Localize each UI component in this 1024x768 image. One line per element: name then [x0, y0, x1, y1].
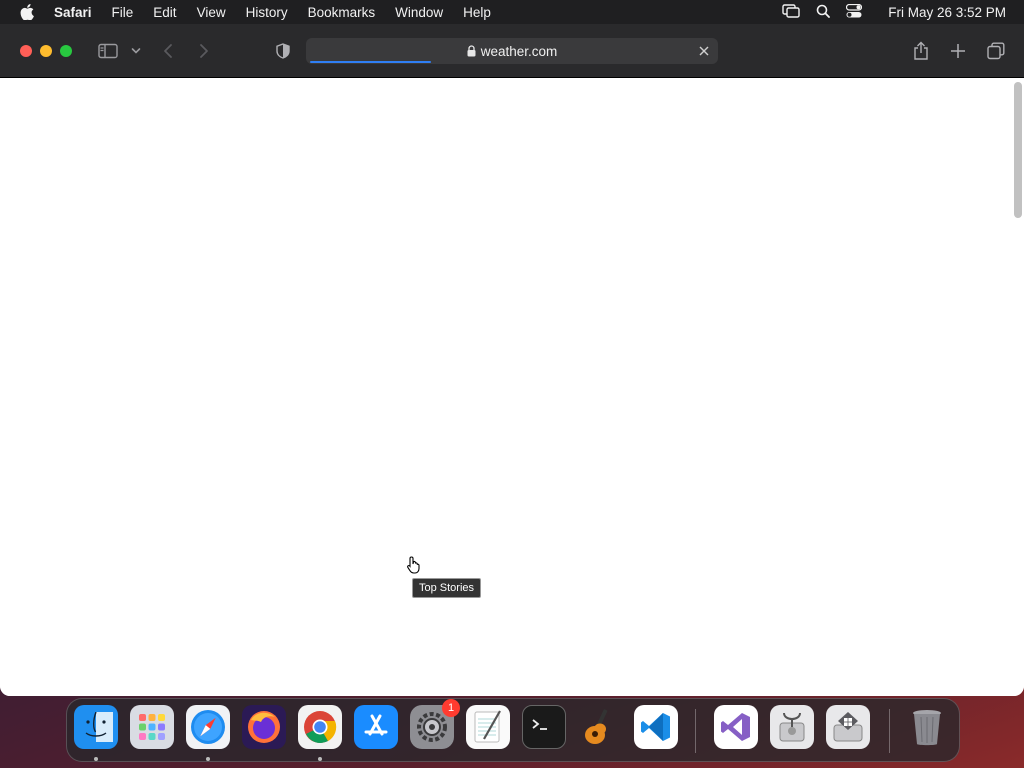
dock: 1	[66, 698, 960, 762]
menu-view[interactable]: View	[197, 5, 226, 20]
system-preferences-badge: 1	[442, 699, 460, 717]
dock-separator	[695, 709, 696, 753]
close-window-button[interactable]	[20, 45, 32, 57]
dock-safari-icon[interactable]	[186, 705, 230, 749]
dock-finder-icon[interactable]	[74, 705, 118, 749]
menu-bar: Safari File Edit View History Bookmarks …	[0, 0, 1024, 24]
zoom-window-button[interactable]	[60, 45, 72, 57]
dock-vscode-icon[interactable]	[634, 705, 678, 749]
menu-history[interactable]: History	[246, 5, 288, 20]
sidebar-toggle-icon[interactable]	[96, 39, 120, 63]
menu-edit[interactable]: Edit	[153, 5, 176, 20]
stop-loading-close-icon[interactable]	[696, 43, 712, 59]
dock-disk-utility-icon[interactable]	[770, 705, 814, 749]
screen-mirroring-icon[interactable]	[782, 3, 800, 21]
dock-separator-trash	[889, 709, 890, 753]
dock-textedit-icon[interactable]	[466, 705, 510, 749]
vertical-scrollbar[interactable]	[1014, 82, 1022, 218]
dock-boot-camp-icon[interactable]	[826, 705, 870, 749]
dock-launchpad-icon[interactable]	[130, 705, 174, 749]
dock-app-store-icon[interactable]	[354, 705, 398, 749]
tab-group-chevron-down-icon[interactable]	[124, 39, 148, 63]
dock-terminal-icon[interactable]	[522, 705, 566, 749]
forward-chevron-icon[interactable]	[192, 39, 216, 63]
dock-safari-running-indicator	[206, 757, 210, 761]
link-tooltip: Top Stories	[412, 578, 482, 598]
tab-overview-icon[interactable]	[984, 39, 1008, 63]
address-text: weather.com	[480, 43, 558, 59]
menu-clock[interactable]: Fri May 26 3:52 PM	[888, 5, 1006, 20]
dock-firefox-icon[interactable]	[242, 705, 286, 749]
minimize-window-button[interactable]	[40, 45, 52, 57]
menu-app-name[interactable]: Safari	[54, 5, 92, 20]
menu-window[interactable]: Window	[395, 5, 443, 20]
address-bar[interactable]: weather.com	[306, 38, 718, 64]
dock-chrome-running-indicator	[318, 757, 322, 761]
back-chevron-icon[interactable]	[156, 39, 180, 63]
web-content-area[interactable]: Top Stories	[0, 78, 1024, 696]
dock-system-preferences-icon[interactable]: 1	[410, 699, 460, 749]
new-tab-plus-icon[interactable]	[946, 39, 970, 63]
menu-file[interactable]: File	[112, 5, 134, 20]
menu-bookmarks[interactable]: Bookmarks	[308, 5, 376, 20]
privacy-shield-icon[interactable]	[271, 39, 295, 63]
browser-toolbar: weather.com	[0, 24, 1024, 78]
dock-garageband-icon[interactable]	[578, 705, 622, 749]
apple-menu-icon[interactable]	[16, 0, 38, 24]
lock-icon	[467, 45, 476, 57]
page-load-progress	[310, 61, 432, 63]
dock-visual-studio-icon[interactable]	[714, 705, 758, 749]
spotlight-search-icon[interactable]	[816, 4, 831, 21]
hand-pointer-cursor-icon	[406, 555, 424, 575]
share-icon[interactable]	[909, 39, 933, 63]
control-center-icon[interactable]	[846, 3, 863, 21]
dock-finder-running-indicator	[94, 757, 98, 761]
menu-help[interactable]: Help	[463, 5, 491, 20]
dock-chrome-icon[interactable]	[298, 705, 342, 749]
browser-window: weather.com Top Stories	[0, 24, 1024, 696]
dock-trash-icon[interactable]	[905, 705, 949, 749]
